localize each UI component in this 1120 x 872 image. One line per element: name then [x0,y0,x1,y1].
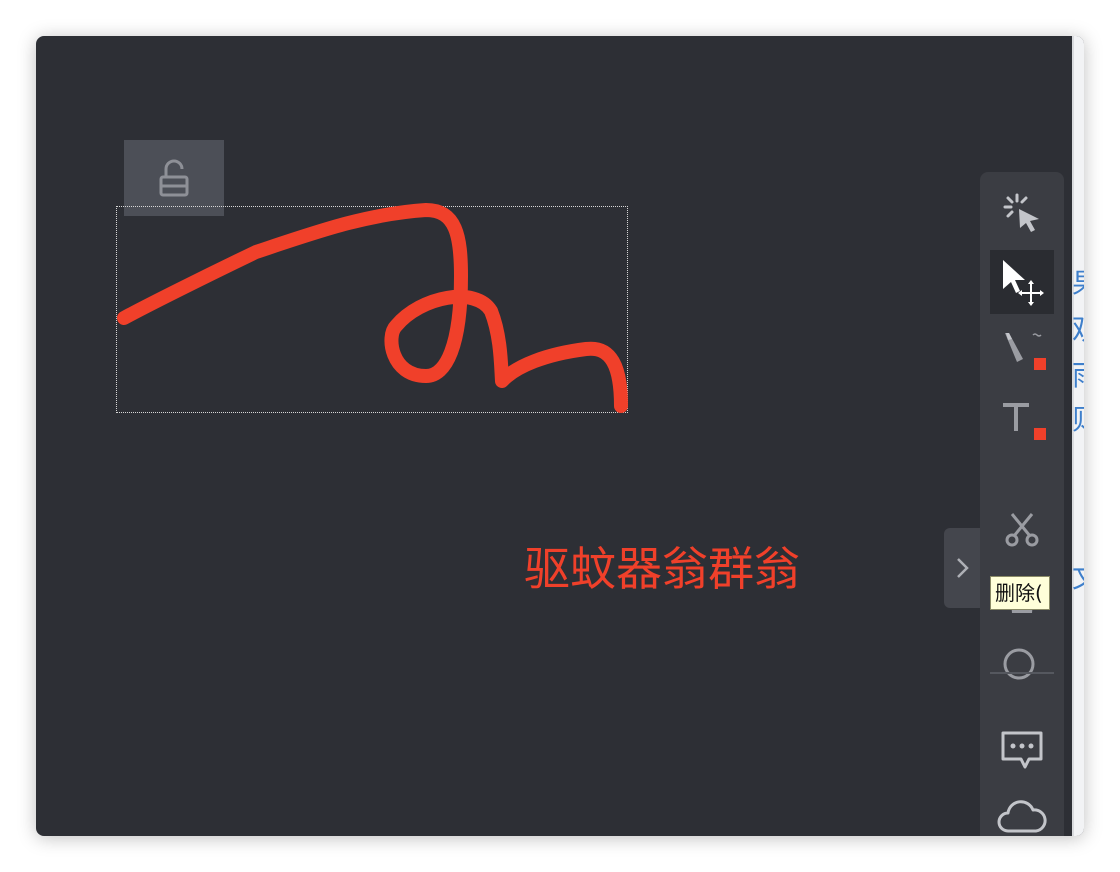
delete-tooltip: 删除( [990,576,1050,610]
pen-color-swatch [1034,358,1046,370]
comment-icon [1001,731,1043,769]
shape-tool[interactable] [990,632,1054,696]
freehand-stroke[interactable] [36,36,1084,836]
laser-pointer-tool[interactable] [990,182,1054,246]
select-move-icon [1003,260,1044,306]
text-color-swatch [1034,428,1046,440]
collapse-toolbar-button[interactable] [944,528,982,608]
toolbar-divider [990,672,1054,674]
cloud-tool[interactable] [990,786,1054,836]
circle-icon [1003,648,1035,680]
whiteboard-window: 果 观 雨 则 文 驱蚊器翁群翁 [36,36,1084,836]
pen-tool[interactable] [990,318,1054,382]
select-move-tool[interactable] [990,250,1054,314]
comment-tool[interactable] [990,718,1054,782]
text-annotation[interactable]: 驱蚊器翁群翁 [524,542,800,597]
text-tool[interactable] [990,386,1054,450]
scissors-icon [1005,513,1039,547]
cloud-icon [997,800,1047,833]
cut-tool[interactable] [990,496,1054,560]
laser-pointer-icon [1003,193,1039,232]
chevron-right-icon [957,558,969,578]
drawing-toolbar [980,172,1064,836]
